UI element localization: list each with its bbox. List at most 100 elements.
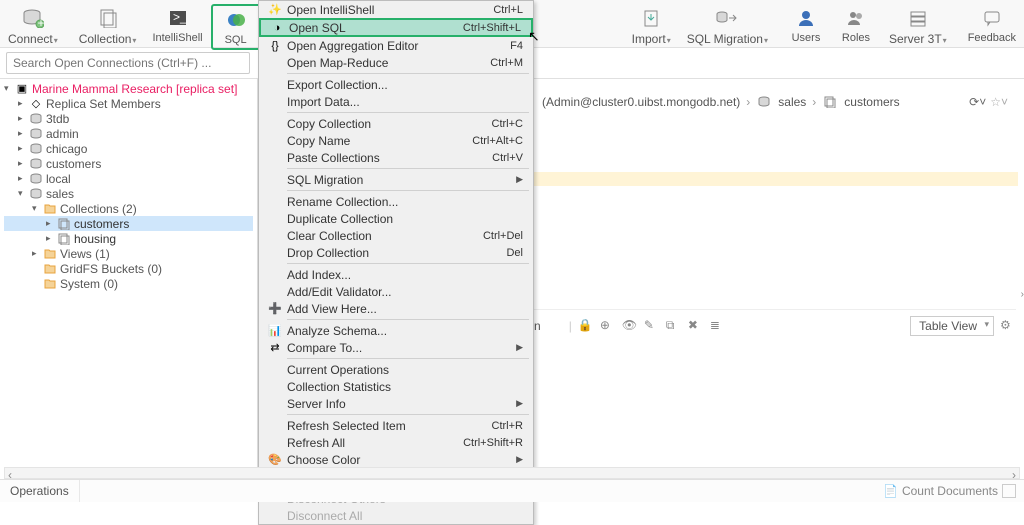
add-icon[interactable]: ⊕ bbox=[600, 318, 616, 334]
path-coll[interactable]: customers bbox=[844, 95, 899, 109]
chevron-right-icon: ▶ bbox=[516, 174, 527, 185]
ctx-open-map-reduce[interactable]: Open Map-ReduceCtrl+M bbox=[259, 54, 533, 71]
ctx-open-sql[interactable]: ◑Open SQLCtrl+Shift+L bbox=[259, 18, 533, 37]
import-button[interactable]: Import▾ bbox=[624, 4, 679, 48]
server-icon bbox=[906, 6, 930, 30]
server3t-button[interactable]: Server 3T▾ bbox=[881, 4, 955, 48]
search-input[interactable] bbox=[6, 52, 250, 74]
sep: | bbox=[569, 319, 572, 333]
cmp-icon: ⇄ bbox=[265, 341, 285, 354]
lock-icon[interactable]: 🔒 bbox=[578, 318, 594, 334]
collection-icon bbox=[56, 232, 72, 246]
folder-icon bbox=[42, 247, 58, 261]
db-icon bbox=[28, 172, 44, 186]
chevron-right-icon: ▶ bbox=[516, 342, 527, 353]
roles-button[interactable]: Roles bbox=[831, 4, 881, 46]
collection-icon bbox=[56, 217, 72, 231]
del-icon[interactable]: ✖ bbox=[688, 318, 704, 334]
ctx-current-operations[interactable]: Current Operations bbox=[259, 361, 533, 378]
intellishell-button[interactable]: >_ IntelliShell bbox=[144, 4, 210, 46]
ctx-add-edit-validator-[interactable]: Add/Edit Validator... bbox=[259, 283, 533, 300]
eye-icon[interactable]: 👁 bbox=[622, 318, 638, 334]
status-bar: Operations 📄 Count Documents bbox=[0, 479, 1024, 502]
ctx-add-view-here-[interactable]: ➕Add View Here... bbox=[259, 300, 533, 317]
migration-icon bbox=[715, 6, 739, 30]
ctx-export-collection-[interactable]: Export Collection... bbox=[259, 76, 533, 93]
ctx-copy-name[interactable]: Copy NameCtrl+Alt+C bbox=[259, 132, 533, 149]
ctx-drop-collection[interactable]: Drop CollectionDel bbox=[259, 244, 533, 261]
count-docs-icon: 📄 bbox=[883, 484, 898, 498]
plus-icon: ➕ bbox=[265, 302, 285, 315]
path-conn: (Admin@cluster0.uibst.mongodb.net) bbox=[542, 95, 740, 109]
ctx-compare-to-[interactable]: ⇄Compare To...▶ bbox=[259, 339, 533, 356]
db-icon bbox=[756, 95, 772, 109]
ctx-copy-collection[interactable]: Copy CollectionCtrl+C bbox=[259, 115, 533, 132]
query-band bbox=[534, 172, 1018, 186]
db-icon bbox=[28, 142, 44, 156]
connect-button[interactable]: + Connect▾ bbox=[0, 4, 66, 48]
ctx-add-index-[interactable]: Add Index... bbox=[259, 266, 533, 283]
document-icon bbox=[96, 6, 120, 30]
ctx-open-aggregation-editor[interactable]: {}Open Aggregation EditorF4 bbox=[259, 37, 533, 54]
users-icon bbox=[794, 6, 818, 30]
scroll-indicator: › bbox=[1021, 289, 1024, 300]
sql-icon bbox=[224, 8, 248, 32]
db-icon bbox=[28, 187, 44, 201]
list-icon[interactable]: ≣ bbox=[710, 318, 726, 334]
chevron-right-icon: ▶ bbox=[516, 454, 527, 465]
ctx-disconnect-all: Disconnect All bbox=[259, 507, 533, 524]
sql-button[interactable]: SQL bbox=[211, 4, 261, 50]
db-icon bbox=[28, 127, 44, 141]
folder-icon bbox=[42, 262, 58, 276]
ctx-collection-statistics[interactable]: Collection Statistics bbox=[259, 378, 533, 395]
ctx-refresh-selected-item[interactable]: Refresh Selected ItemCtrl+R bbox=[259, 417, 533, 434]
folder-icon bbox=[42, 202, 58, 216]
ctx-analyze-schema-[interactable]: 📊Analyze Schema... bbox=[259, 322, 533, 339]
context-menu[interactable]: ✨Open IntelliShellCtrl+L◑Open SQLCtrl+Sh… bbox=[258, 0, 534, 525]
count-docs-label[interactable]: Count Documents bbox=[902, 484, 998, 498]
operations-tab[interactable]: Operations bbox=[0, 480, 80, 502]
server-icon: ▣ bbox=[14, 82, 30, 96]
svg-text:+: + bbox=[37, 16, 44, 28]
ctx-clear-collection[interactable]: Clear CollectionCtrl+Del bbox=[259, 227, 533, 244]
chart-icon: 📊 bbox=[265, 324, 285, 337]
ctx-open-intellishell[interactable]: ✨Open IntelliShellCtrl+L bbox=[259, 1, 533, 18]
path-db[interactable]: sales bbox=[778, 95, 806, 109]
ctx-choose-color[interactable]: 🎨Choose Color▶ bbox=[259, 451, 533, 468]
tree-item-customers[interactable]: ▸customers bbox=[4, 216, 253, 231]
feedback-button[interactable]: Feedback bbox=[960, 4, 1024, 46]
folder-icon bbox=[42, 277, 58, 291]
import-icon bbox=[639, 6, 663, 30]
gear-icon[interactable]: ⚙ bbox=[1000, 318, 1016, 334]
collection-button[interactable]: Collection▾ bbox=[71, 4, 145, 48]
ctx-rename-collection-[interactable]: Rename Collection... bbox=[259, 193, 533, 210]
dup-icon[interactable]: ⧉ bbox=[666, 318, 682, 334]
ctx-import-data-[interactable]: Import Data... bbox=[259, 93, 533, 110]
edit-icon[interactable]: ✎ bbox=[644, 318, 660, 334]
h-scroll[interactable]: ‹ › bbox=[4, 467, 1020, 479]
terminal-icon: >_ bbox=[166, 6, 190, 30]
progress-box bbox=[1002, 484, 1016, 498]
ctx-paste-collections[interactable]: Paste CollectionsCtrl+V bbox=[259, 149, 533, 166]
view-mode-select[interactable]: Table View bbox=[910, 316, 994, 336]
feedback-icon bbox=[980, 6, 1004, 30]
ctx-server-info[interactable]: Server Info▶ bbox=[259, 395, 533, 412]
db-icon bbox=[28, 157, 44, 171]
connection-tree[interactable]: ▾ ▣ Marine Mammal Research [replica set]… bbox=[0, 79, 258, 480]
db-icon bbox=[28, 112, 44, 126]
svg-text:>_: >_ bbox=[173, 10, 187, 24]
star-icon[interactable]: ☆˅ bbox=[990, 95, 1008, 109]
users-button[interactable]: Users bbox=[781, 4, 831, 46]
sql-migration-button[interactable]: SQL Migration▾ bbox=[679, 4, 776, 48]
wand-icon: ✨ bbox=[265, 3, 285, 16]
sql-icon: ◑ bbox=[267, 22, 287, 34]
curly-icon: {} bbox=[265, 40, 285, 52]
color-icon: 🎨 bbox=[265, 453, 285, 466]
refresh-icon[interactable]: ⟳˅ bbox=[969, 95, 986, 109]
roles-icon bbox=[844, 6, 868, 30]
ctx-refresh-all[interactable]: Refresh AllCtrl+Shift+R bbox=[259, 434, 533, 451]
cylinder-icon: + bbox=[21, 6, 45, 30]
ctx-sql-migration[interactable]: SQL Migration▶ bbox=[259, 171, 533, 188]
ctx-duplicate-collection[interactable]: Duplicate Collection bbox=[259, 210, 533, 227]
chevron-right-icon: ▶ bbox=[516, 398, 527, 409]
